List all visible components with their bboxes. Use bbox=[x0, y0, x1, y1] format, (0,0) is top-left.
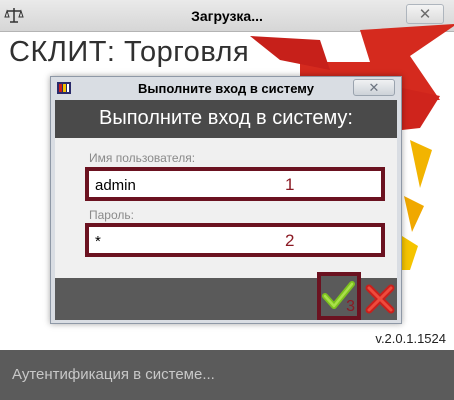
ok-button[interactable]: 3 bbox=[317, 272, 361, 320]
username-field[interactable]: admin 1 bbox=[85, 167, 385, 201]
red-x-icon bbox=[365, 284, 395, 314]
yellow-shard-2 bbox=[404, 196, 424, 232]
app-title: СКЛИТ: Торговля bbox=[9, 36, 250, 68]
close-icon: ✕ bbox=[368, 79, 380, 95]
annotation-1: 1 bbox=[285, 175, 295, 194]
password-value: * bbox=[95, 233, 101, 250]
dialog-header: Выполните вход в систему: bbox=[55, 100, 397, 138]
password-field[interactable]: * 2 bbox=[85, 223, 385, 257]
yellow-shard-1 bbox=[410, 140, 432, 188]
username-value: admin bbox=[95, 177, 136, 194]
version-label: v.2.0.1.1524 bbox=[375, 331, 446, 346]
annotation-2: 2 bbox=[285, 231, 295, 250]
dialog-titlebar: Выполните вход в систему ✕ bbox=[51, 77, 401, 99]
username-label: Имя пользователя: bbox=[89, 151, 196, 165]
cancel-button[interactable] bbox=[363, 282, 397, 316]
dialog-close-button[interactable]: ✕ bbox=[353, 79, 395, 96]
dialog-heading: Выполните вход в систему: bbox=[99, 107, 353, 129]
status-bar: Аутентификация в системе... bbox=[0, 350, 454, 400]
dialog-title: Выполните вход в систему bbox=[138, 81, 314, 96]
red-arrow-top bbox=[250, 36, 330, 70]
login-dialog: Выполните вход в систему ✕ Выполните вхо… bbox=[50, 76, 402, 324]
password-label: Пароль: bbox=[89, 208, 134, 222]
annotation-3: 3 bbox=[346, 298, 355, 315]
status-text: Аутентификация в системе... bbox=[12, 366, 215, 383]
dialog-body: Имя пользователя: admin 1 Пароль: * 2 bbox=[55, 138, 397, 278]
yellow-shard-3 bbox=[402, 236, 418, 270]
dialog-footer: 3 bbox=[55, 272, 397, 320]
